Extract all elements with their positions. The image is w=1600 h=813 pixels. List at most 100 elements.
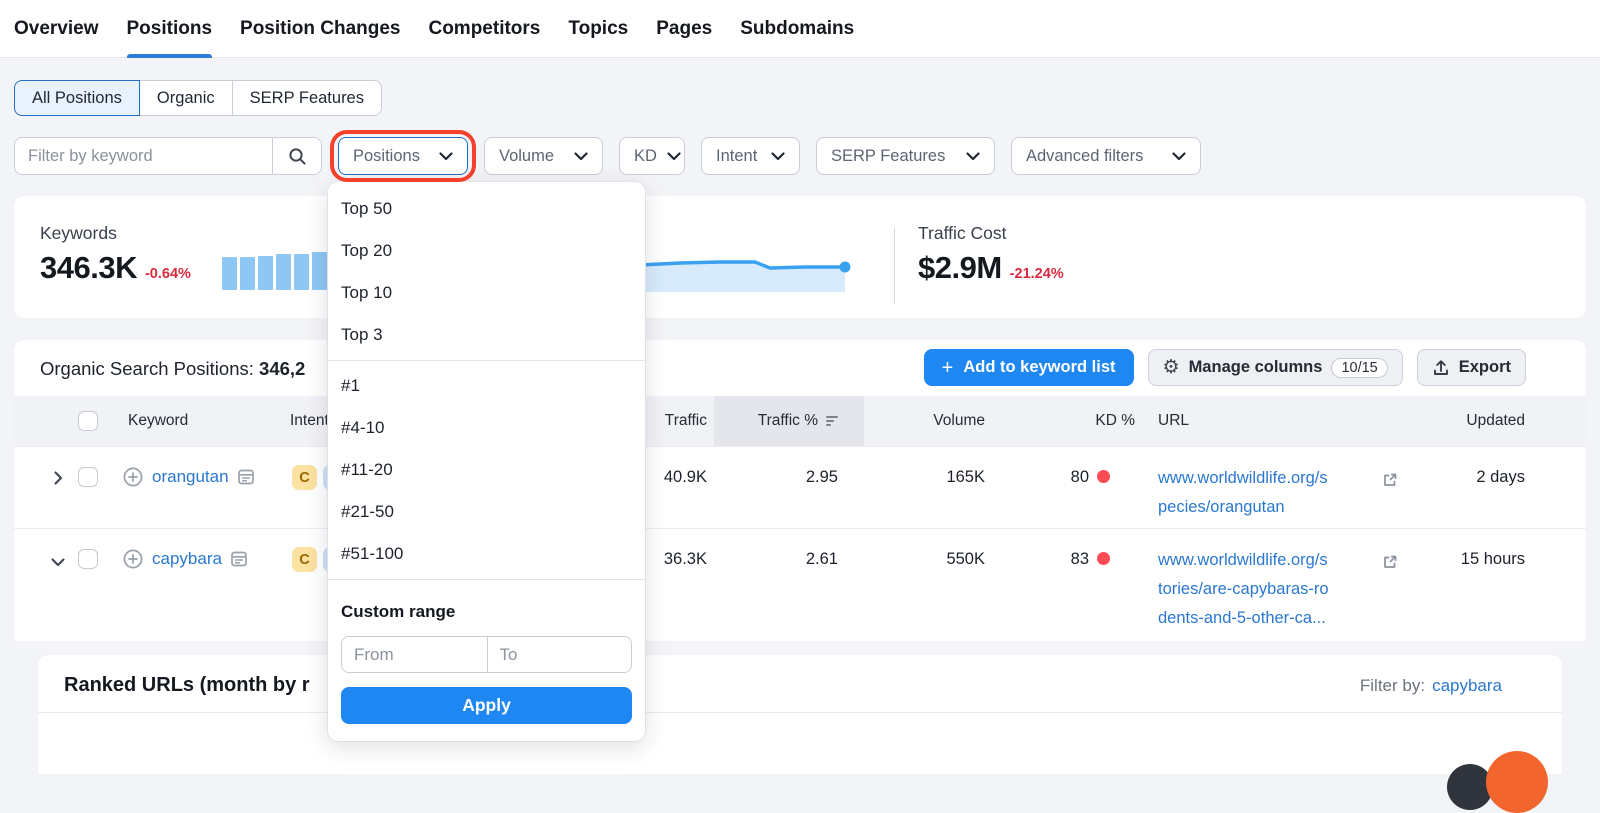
keywords-stat-change: -0.64% (145, 266, 191, 282)
kd-filter-label: KD (634, 147, 657, 166)
updated-cell: 15 hours (1414, 550, 1525, 569)
segment-serp-features[interactable]: SERP Features (232, 80, 382, 116)
traffic-cost-label: Traffic Cost (918, 223, 1007, 244)
segment-organic[interactable]: Organic (139, 80, 233, 116)
table-header-row: Keyword Intent Traffic Traffic % Volume … (14, 396, 1586, 446)
keyword-link[interactable]: orangutan (152, 467, 229, 487)
chevron-down-icon (667, 152, 681, 161)
checkbox (78, 411, 98, 431)
plus-circle-icon[interactable] (122, 548, 144, 570)
column-header-url[interactable]: URL (1158, 396, 1189, 446)
dropdown-option-4-10[interactable]: #4-10 (328, 407, 645, 449)
row-checkbox[interactable] (78, 467, 98, 487)
table-row: capybara C 36.3K 2.61 550K 83 www.worldw… (14, 528, 1586, 641)
keyword-filter-group (14, 137, 322, 175)
traffic-sparkline (610, 248, 870, 292)
expand-row-button[interactable] (50, 470, 66, 486)
dropdown-option-top50[interactable]: Top 50 (328, 188, 645, 230)
url-line: www.worldwildlife.org/s (1158, 464, 1328, 493)
url-cell[interactable]: www.worldwildlife.org/s tories/are-capyb… (1158, 546, 1329, 633)
column-header-kd[interactable]: KD % (1035, 396, 1135, 446)
ranked-urls-card: Ranked URLs (month by r Filter by: capyb… (38, 655, 1562, 774)
dropdown-option-51-100[interactable]: #51-100 (328, 533, 645, 575)
dropdown-option-1[interactable]: #1 (328, 365, 645, 407)
row-checkbox[interactable] (78, 549, 98, 569)
ranked-urls-title: Ranked URLs (month by r (64, 674, 310, 697)
select-all-checkbox[interactable] (78, 396, 98, 446)
volume-filter-button[interactable]: Volume (484, 137, 603, 175)
positions-filter-dropdown: Top 50 Top 20 Top 10 Top 3 #1 #4-10 #11-… (328, 182, 645, 741)
filter-by-value-link[interactable]: capybara (1432, 676, 1502, 696)
ranked-urls-filter: Filter by: capybara (1360, 676, 1502, 696)
plus-circle-icon[interactable] (122, 466, 144, 488)
keywords-spark-bar (294, 254, 309, 290)
external-link-icon[interactable] (1382, 554, 1398, 570)
url-line: pecies/orangutan (1158, 493, 1328, 522)
intent-filter-button[interactable]: Intent (701, 137, 800, 175)
manage-columns-label: Manage columns (1189, 358, 1323, 377)
keyword-link[interactable]: capybara (152, 549, 222, 569)
dropdown-option-top3[interactable]: Top 3 (328, 314, 645, 356)
custom-range-section: Custom range Apply (328, 584, 645, 724)
tab-position-changes[interactable]: Position Changes (240, 0, 400, 58)
card-divider (38, 712, 1562, 713)
dropdown-option-11-20[interactable]: #11-20 (328, 449, 645, 491)
export-button[interactable]: Export (1417, 349, 1526, 386)
url-cell[interactable]: www.worldwildlife.org/s pecies/orangutan (1158, 464, 1328, 522)
sort-descending-icon (826, 416, 838, 426)
checkbox (78, 549, 98, 569)
advanced-filters-button[interactable]: Advanced filters (1011, 137, 1201, 175)
custom-range-from-input[interactable] (342, 637, 487, 672)
external-link-icon[interactable] (1382, 472, 1398, 488)
chevron-down-icon (1172, 152, 1186, 161)
collapse-row-button[interactable] (50, 554, 66, 570)
add-to-keyword-list-button[interactable]: + Add to keyword list (924, 349, 1134, 386)
keywords-spark-bar (312, 252, 327, 290)
serp-preview-icon[interactable] (230, 550, 248, 568)
search-button[interactable] (272, 138, 321, 174)
volume-filter-label: Volume (499, 147, 554, 166)
intent-badge-commercial[interactable]: C (292, 547, 317, 572)
manage-columns-button[interactable]: ⚙ Manage columns 10/15 (1148, 349, 1403, 386)
traffic-cost-number: $2.9M (918, 250, 1002, 285)
tab-subdomains[interactable]: Subdomains (740, 0, 854, 58)
kd-value: 80 (1071, 468, 1089, 486)
kd-filter-button[interactable]: KD (619, 137, 685, 175)
tab-topics[interactable]: Topics (568, 0, 628, 58)
tab-competitors[interactable]: Competitors (428, 0, 540, 58)
table-toolbar: + Add to keyword list ⚙ Manage columns 1… (924, 349, 1526, 386)
dropdown-option-21-50[interactable]: #21-50 (328, 491, 645, 533)
dropdown-option-top20[interactable]: Top 20 (328, 230, 645, 272)
dropdown-option-top10[interactable]: Top 10 (328, 272, 645, 314)
apply-button[interactable]: Apply (341, 687, 632, 724)
keyword-filter-input[interactable] (15, 138, 272, 174)
search-icon (288, 147, 307, 166)
column-header-updated[interactable]: Updated (1425, 396, 1525, 446)
export-label: Export (1459, 358, 1511, 377)
url-line: dents-and-5-other-ca... (1158, 604, 1329, 633)
position-type-switcher: All Positions Organic SERP Features (14, 80, 382, 116)
positions-filter-button[interactable]: Positions (338, 137, 468, 175)
column-header-keyword[interactable]: Keyword (128, 396, 188, 446)
tab-overview[interactable]: Overview (14, 0, 99, 58)
tab-positions[interactable]: Positions (127, 0, 213, 58)
column-header-volume[interactable]: Volume (885, 396, 985, 446)
custom-range-to-input[interactable] (487, 637, 632, 672)
chevron-down-icon (771, 152, 785, 161)
chevron-down-icon (574, 152, 588, 161)
tab-label: Competitors (428, 18, 540, 40)
tab-label: Positions (127, 18, 213, 40)
tab-pages[interactable]: Pages (656, 0, 712, 58)
intent-filter-label: Intent (716, 147, 757, 166)
tab-label: Overview (14, 18, 99, 40)
column-header-intent[interactable]: Intent (290, 396, 329, 446)
intent-badge-commercial[interactable]: C (292, 465, 317, 490)
segment-all-positions[interactable]: All Positions (14, 80, 140, 116)
column-header-traffic-pct[interactable]: Traffic % (720, 396, 838, 446)
serp-preview-icon[interactable] (237, 468, 255, 486)
updated-cell: 2 days (1414, 468, 1525, 487)
tab-label: Pages (656, 18, 712, 40)
chat-help-bubble[interactable] (1486, 751, 1548, 813)
tab-label: Topics (568, 18, 628, 40)
serp-features-filter-button[interactable]: SERP Features (816, 137, 995, 175)
